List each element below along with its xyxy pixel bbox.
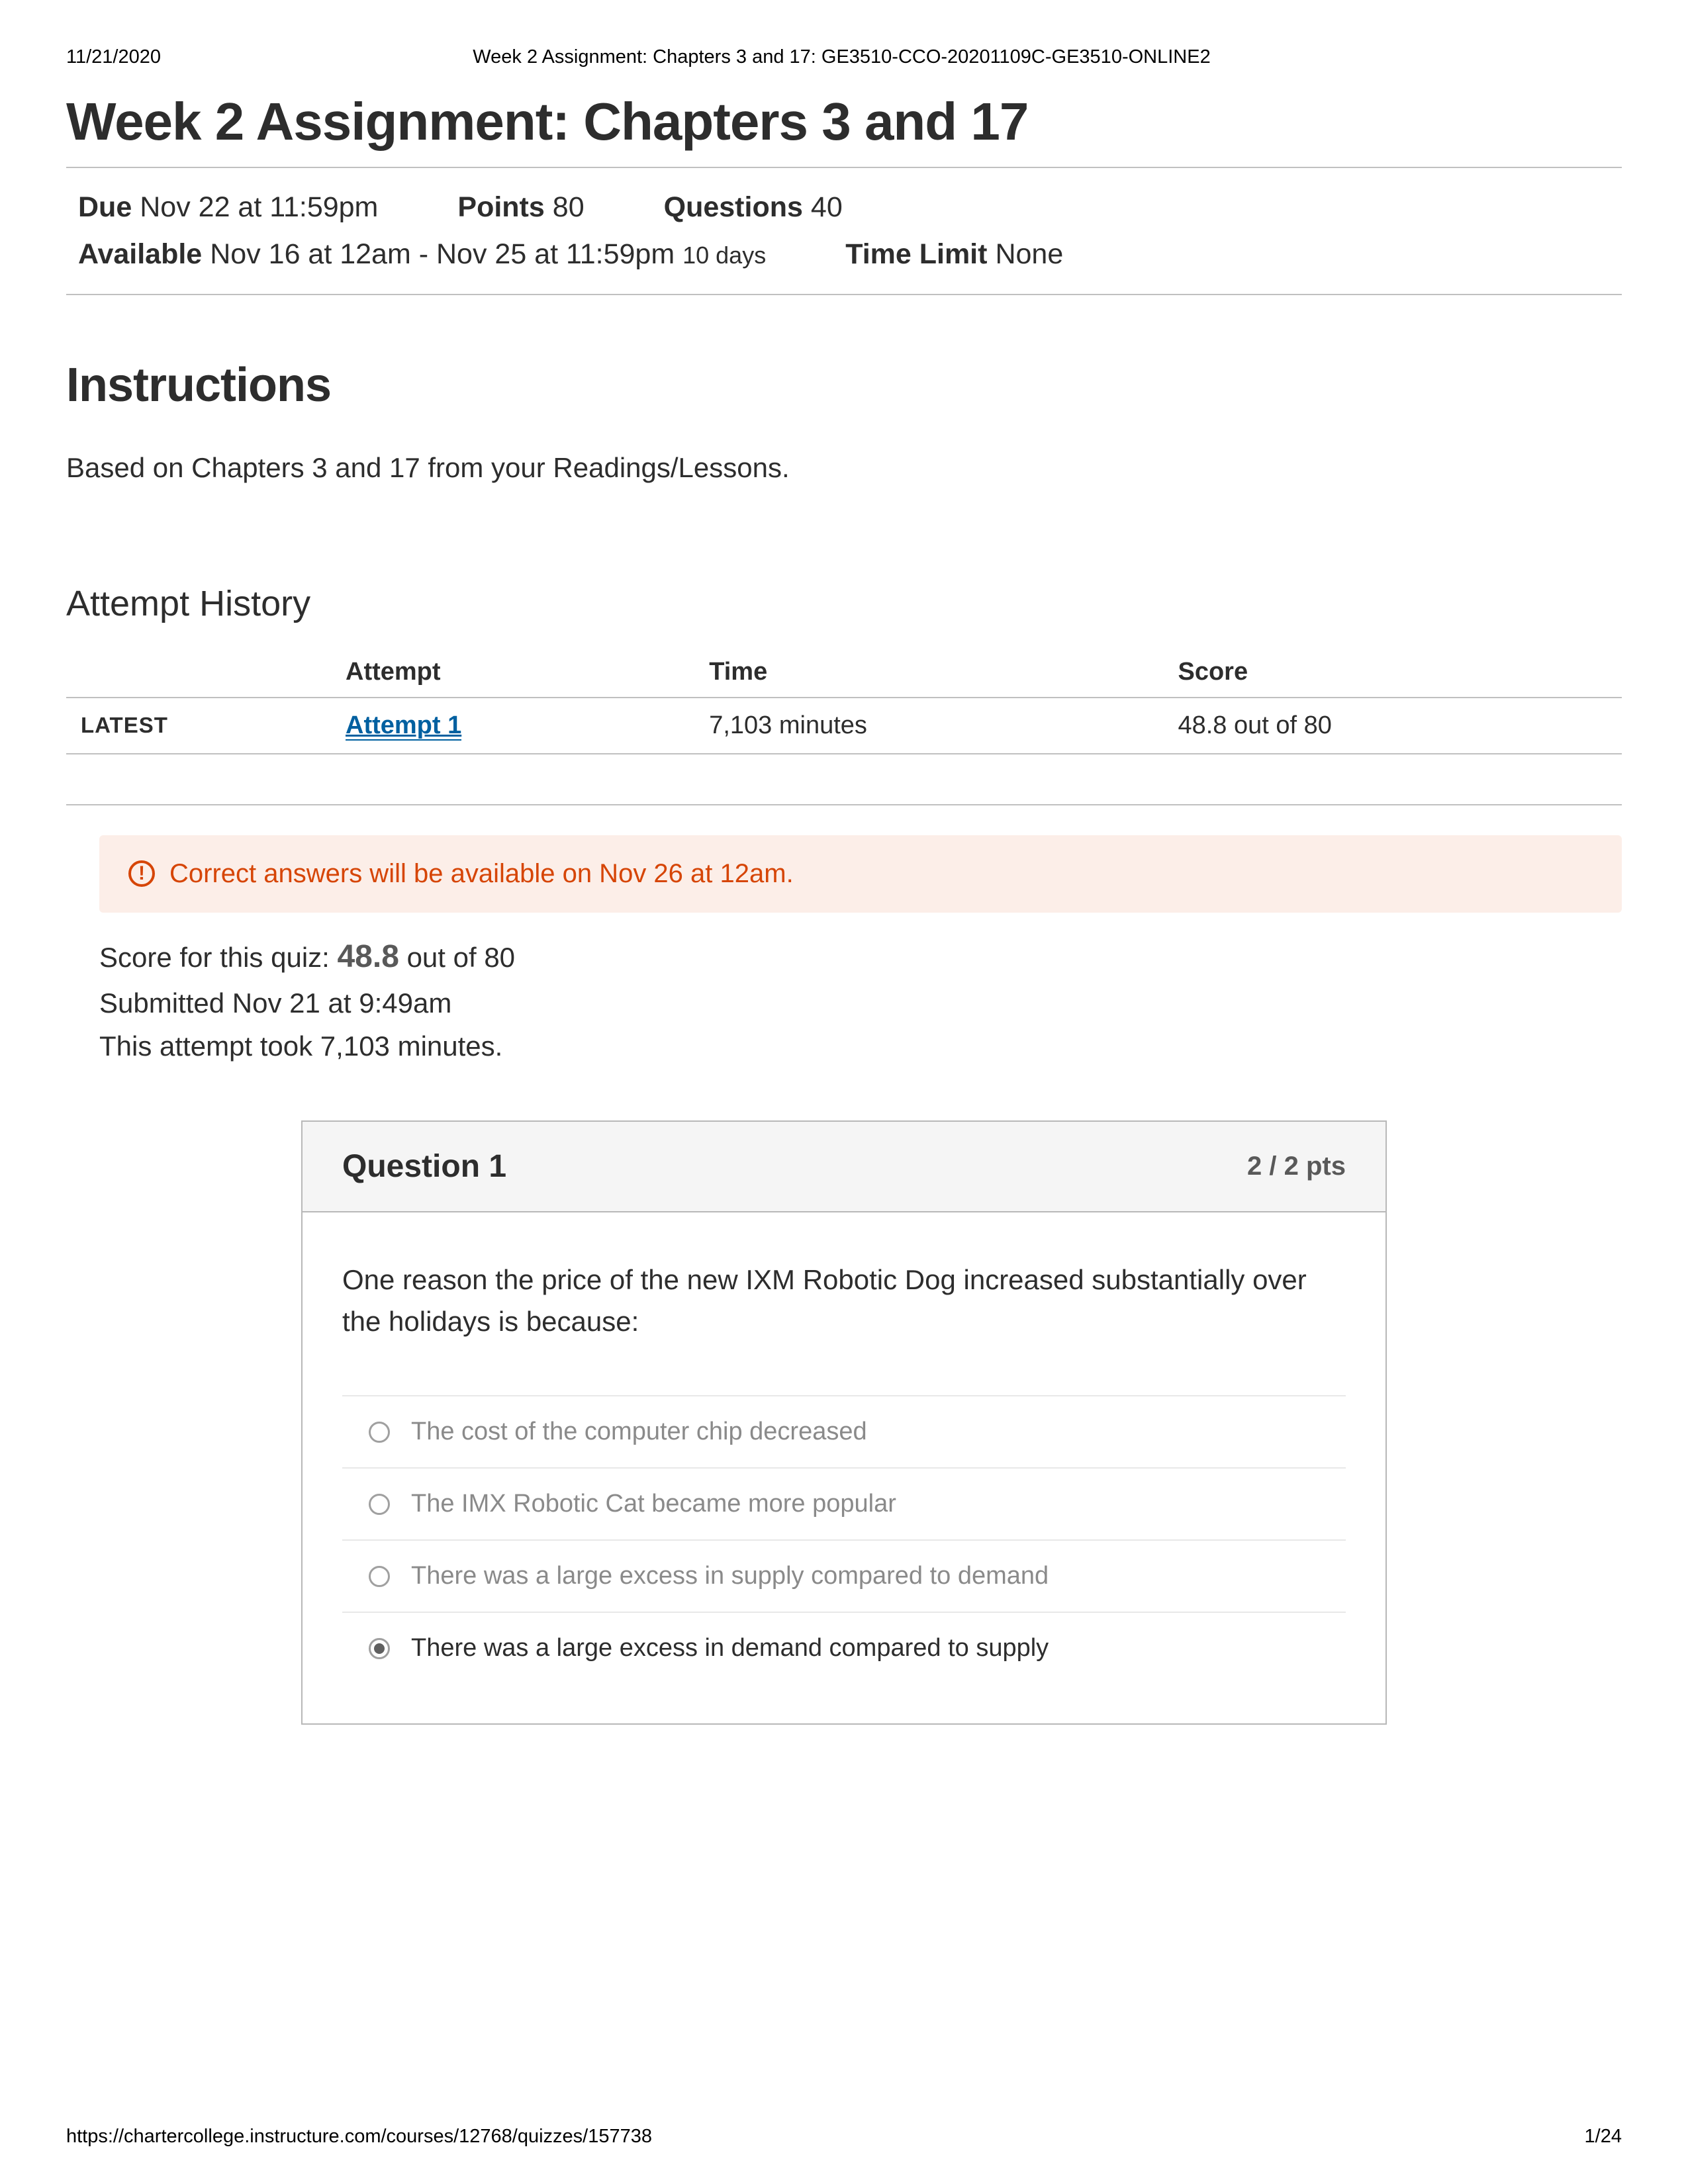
col-score: Score <box>1163 647 1622 698</box>
print-date: 11/21/2020 <box>66 46 161 68</box>
col-time: Time <box>694 647 1163 698</box>
available-value: Nov 16 at 12am - Nov 25 at 11:59pm <box>210 238 675 270</box>
question-option[interactable]: There was a large excess in demand compa… <box>342 1612 1346 1684</box>
notice-text: Correct answers will be available on Nov… <box>169 859 794 889</box>
col-attempt: Attempt <box>331 647 694 698</box>
radio-icon <box>369 1422 390 1443</box>
question-option[interactable]: There was a large excess in supply compa… <box>342 1539 1346 1612</box>
question-header: Question 1 2 / 2 pts <box>303 1122 1385 1212</box>
due-value: Nov 22 at 11:59pm <box>140 191 378 223</box>
available-duration: 10 days <box>682 242 766 269</box>
attempt-link[interactable]: Attempt 1 <box>346 711 461 741</box>
attempt-score: 48.8 out of 80 <box>1163 698 1622 754</box>
latest-label: LATEST <box>66 698 331 754</box>
quiz-meta: DueNov 22 at 11:59pm Points 80 Questions4… <box>66 167 1622 295</box>
attempt-history-table: Attempt Time Score LATEST Attempt 1 7,10… <box>66 647 1622 754</box>
question-title: Question 1 <box>342 1148 506 1185</box>
submitted-text: Submitted Nov 21 at 9:49am <box>99 981 1622 1024</box>
footer-url: https://chartercollege.instructure.com/c… <box>66 2126 652 2148</box>
page-title: Week 2 Assignment: Chapters 3 and 17 <box>66 91 1622 152</box>
timelimit-label: Time Limit <box>845 238 987 270</box>
timelimit-value: None <box>995 238 1063 270</box>
score-value: 48.8 <box>337 939 399 974</box>
instructions-heading: Instructions <box>66 358 1622 412</box>
question-option[interactable]: The IMX Robotic Cat became more popular <box>342 1467 1346 1539</box>
radio-icon <box>369 1494 390 1515</box>
duration-text: This attempt took 7,103 minutes. <box>99 1024 1622 1068</box>
question-option[interactable]: The cost of the computer chip decreased <box>342 1395 1346 1467</box>
radio-icon <box>369 1566 390 1587</box>
points-label: Points <box>457 191 544 223</box>
correct-answers-notice: ! Correct answers will be available on N… <box>99 835 1622 913</box>
divider <box>66 804 1622 805</box>
table-row: LATEST Attempt 1 7,103 minutes 48.8 out … <box>66 698 1622 754</box>
points-value: 80 <box>553 191 585 223</box>
instructions-body: Based on Chapters 3 and 17 from your Rea… <box>66 452 1622 484</box>
radio-icon-selected <box>369 1638 390 1659</box>
alert-icon: ! <box>128 860 155 887</box>
score-section: Score for this quiz: 48.8 out of 80 Subm… <box>99 933 1622 1068</box>
score-suffix: out of 80 <box>399 942 515 973</box>
option-label: There was a large excess in supply compa… <box>411 1562 1049 1590</box>
question-card: Question 1 2 / 2 pts One reason the pric… <box>301 1120 1387 1725</box>
question-points: 2 / 2 pts <box>1247 1152 1346 1181</box>
option-label: The IMX Robotic Cat became more popular <box>411 1490 896 1518</box>
score-prefix: Score for this quiz: <box>99 942 337 973</box>
print-header: 11/21/2020 Week 2 Assignment: Chapters 3… <box>66 46 1622 68</box>
attempt-history-heading: Attempt History <box>66 583 1622 624</box>
page-indicator: 1/24 <box>1585 2126 1622 2148</box>
questions-label: Questions <box>664 191 803 223</box>
option-label: There was a large excess in demand compa… <box>411 1634 1049 1662</box>
available-label: Available <box>78 238 202 270</box>
due-label: Due <box>78 191 132 223</box>
print-footer: https://chartercollege.instructure.com/c… <box>66 2126 1622 2148</box>
question-text: One reason the price of the new IXM Robo… <box>342 1259 1346 1342</box>
print-doc-title: Week 2 Assignment: Chapters 3 and 17: GE… <box>161 46 1523 68</box>
attempt-time: 7,103 minutes <box>694 698 1163 754</box>
questions-value: 40 <box>811 191 843 223</box>
option-label: The cost of the computer chip decreased <box>411 1418 867 1446</box>
